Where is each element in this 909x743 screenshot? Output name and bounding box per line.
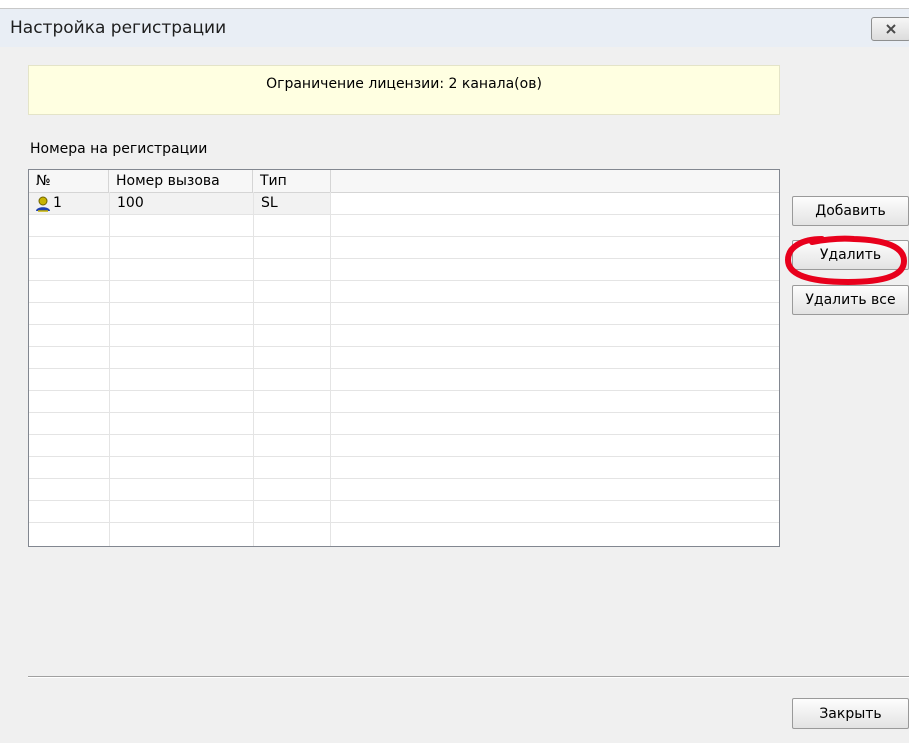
column-divider [330,192,331,546]
row-gridline [29,390,779,391]
row-gridline [29,214,779,215]
registration-settings-dialog: Настройка регистрации Ограничение лиценз… [0,8,909,743]
row-gridline [29,478,779,479]
column-divider [109,192,110,546]
row-gridline [29,412,779,413]
row-index: 1 [53,195,62,211]
title-bar: Настройка регистрации [0,9,909,47]
row-gridline [29,434,779,435]
column-header-number[interactable]: Номер вызова [109,170,253,192]
registration-list-label: Номера на регистрации [30,141,208,157]
table-row[interactable] [29,193,330,214]
row-gridline [29,236,779,237]
delete-button[interactable]: Удалить [792,240,909,270]
user-icon [36,196,50,212]
dialog-separator [28,676,909,678]
close-window-button[interactable] [871,17,909,41]
row-gridline [29,258,779,259]
row-gridline [29,346,779,347]
dialog-title: Настройка регистрации [10,18,227,38]
row-gridline [29,302,779,303]
close-button[interactable]: Закрыть [792,698,909,729]
column-header-type[interactable]: Тип [253,170,331,192]
row-gridline [29,522,779,523]
column-divider [253,192,254,546]
column-header-index[interactable]: № [29,170,109,192]
row-gridline [29,368,779,369]
delete-all-button[interactable]: Удалить все [792,285,909,315]
row-gridline [29,456,779,457]
row-type: SL [261,195,278,211]
license-limit-text: Ограничение лицензии: 2 канала(ов) [266,76,542,92]
list-header: № Номер вызова Тип [29,170,779,193]
row-call-number: 100 [117,195,144,211]
registration-list[interactable]: № Номер вызова Тип 1 100 SL [28,169,780,547]
add-button[interactable]: Добавить [792,196,909,226]
license-limit-banner: Ограничение лицензии: 2 канала(ов) [28,65,780,115]
row-gridline [29,324,779,325]
row-gridline [29,280,779,281]
row-gridline [29,500,779,501]
close-x-icon [886,24,896,34]
